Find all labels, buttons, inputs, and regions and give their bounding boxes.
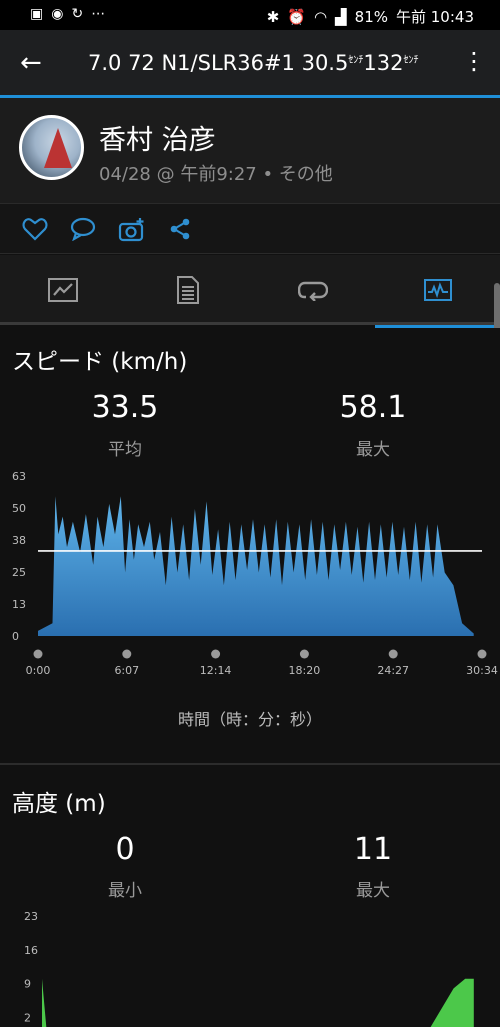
speed-heading: スピード (km/h) [12, 349, 188, 375]
y-tick-label: 63 [12, 470, 26, 483]
app-bar: ← 7.0 72 N1/SLR36#1 30.5ｾﾝﾁ132ｾﾝﾁ ⋮ [0, 30, 500, 98]
tab-details[interactable] [125, 255, 250, 325]
battery-level: 81% [354, 7, 388, 26]
clock: 午前 10:43 [396, 8, 474, 26]
speed-avg-value: 33.5 [91, 390, 159, 425]
speed-chart[interactable]: 0 13 25 38 50 63 0:00 6:07 12:14 18:20 24:27 30:34 [0, 466, 500, 681]
comment-icon[interactable] [70, 217, 96, 245]
section-divider [0, 763, 500, 765]
details-icon [176, 276, 199, 304]
x-tick-dot [388, 649, 398, 659]
chart-icon [423, 279, 452, 301]
speed-avg-label: 平均 [108, 440, 142, 460]
tab-overview[interactable] [0, 255, 125, 325]
more-notifications-icon: ⋯ [91, 6, 106, 22]
overflow-menu-icon[interactable]: ⋮ [462, 47, 486, 75]
back-arrow-icon[interactable]: ← [20, 48, 42, 78]
messenger-icon: ◉ [51, 6, 64, 22]
altitude-min-value: 0 [115, 832, 135, 867]
altitude-series-area [42, 978, 474, 1027]
avatar[interactable] [19, 115, 84, 180]
speed-max-value: 58.1 [339, 390, 407, 425]
y-tick-label: 16 [24, 944, 38, 957]
laps-icon [297, 281, 328, 301]
altitude-max-label: 最大 [356, 881, 390, 901]
speed-section: スピード (km/h) 33.5 平均 58.1 最大 0 13 25 38 50 63 0… [0, 328, 500, 763]
altitude-max-value: 11 [353, 832, 393, 867]
y-tick-label: 38 [12, 534, 26, 547]
x-tick-dot [299, 649, 309, 659]
tab-laps[interactable] [250, 255, 375, 325]
bluetooth-icon: ✱ [266, 7, 280, 26]
x-tick-label: 0:00 [26, 664, 51, 677]
x-tick-dot [211, 649, 221, 659]
y-tick-label: 0 [12, 630, 19, 643]
altitude-heading: 高度 (m) [12, 791, 106, 817]
y-tick-label: 13 [12, 598, 26, 611]
tab-bar [0, 255, 500, 328]
x-tick-label: 18:20 [289, 664, 321, 677]
speed-x-axis-label: 時間（時：分：秒） [177, 710, 322, 729]
status-bar: ▣ ◉ ↻ ⋯ ✱ ⏰ ◠ ▟ 81% 午前 10:43 [0, 0, 500, 30]
y-tick-label: 2 [24, 1011, 31, 1024]
x-tick-dot [477, 649, 487, 659]
share-icon[interactable] [168, 217, 192, 245]
activity-meta: 04/28 @ 午前9:27 • その他 [99, 164, 333, 185]
tab-charts[interactable] [375, 255, 500, 328]
x-tick-label: 24:27 [377, 664, 409, 677]
title-mid: 132 [363, 51, 404, 75]
speed-series-area [38, 496, 474, 636]
overview-icon [47, 278, 78, 302]
title-unit: ｾﾝﾁ [348, 55, 364, 66]
title-main: 7.0 72 N1/SLR36#1 30.5 [88, 51, 349, 75]
altitude-chart[interactable]: 2 9 16 23 [0, 906, 500, 1027]
x-tick-label: 6:07 [114, 664, 139, 677]
signal-icon: ▟ [335, 7, 347, 26]
title-unit: ｾﾝﾁ [403, 55, 419, 66]
altitude-min-label: 最小 [108, 881, 142, 901]
notification-icons: ▣ ◉ ↻ ⋯ [30, 6, 105, 22]
x-tick-label: 30:34 [466, 664, 498, 677]
altitude-section: 高度 (m) 0 最小 11 最大 2 9 16 23 [0, 766, 500, 1027]
x-tick-dot [33, 649, 43, 659]
y-tick-label: 50 [12, 502, 26, 515]
action-bar [0, 204, 500, 254]
user-name: 香村 治彦 [99, 125, 216, 156]
activity-header: 香村 治彦 04/28 @ 午前9:27 • その他 [0, 98, 500, 204]
y-tick-label: 9 [24, 978, 31, 991]
y-tick-label: 25 [12, 566, 26, 579]
wifi-icon: ◠ [314, 7, 328, 26]
alarm-icon: ⏰ [287, 7, 307, 26]
speed-max-label: 最大 [356, 440, 390, 460]
sync-icon: ↻ [71, 6, 84, 22]
gallery-icon: ▣ [30, 6, 44, 22]
y-tick-label: 23 [24, 910, 38, 923]
x-tick-label: 12:14 [200, 664, 232, 677]
heart-icon[interactable] [22, 217, 48, 245]
activity-title: 7.0 72 N1/SLR36#1 30.5ｾﾝﾁ132ｾﾝﾁ [88, 51, 418, 75]
x-tick-dot [122, 649, 132, 659]
camera-plus-icon[interactable] [118, 217, 146, 247]
